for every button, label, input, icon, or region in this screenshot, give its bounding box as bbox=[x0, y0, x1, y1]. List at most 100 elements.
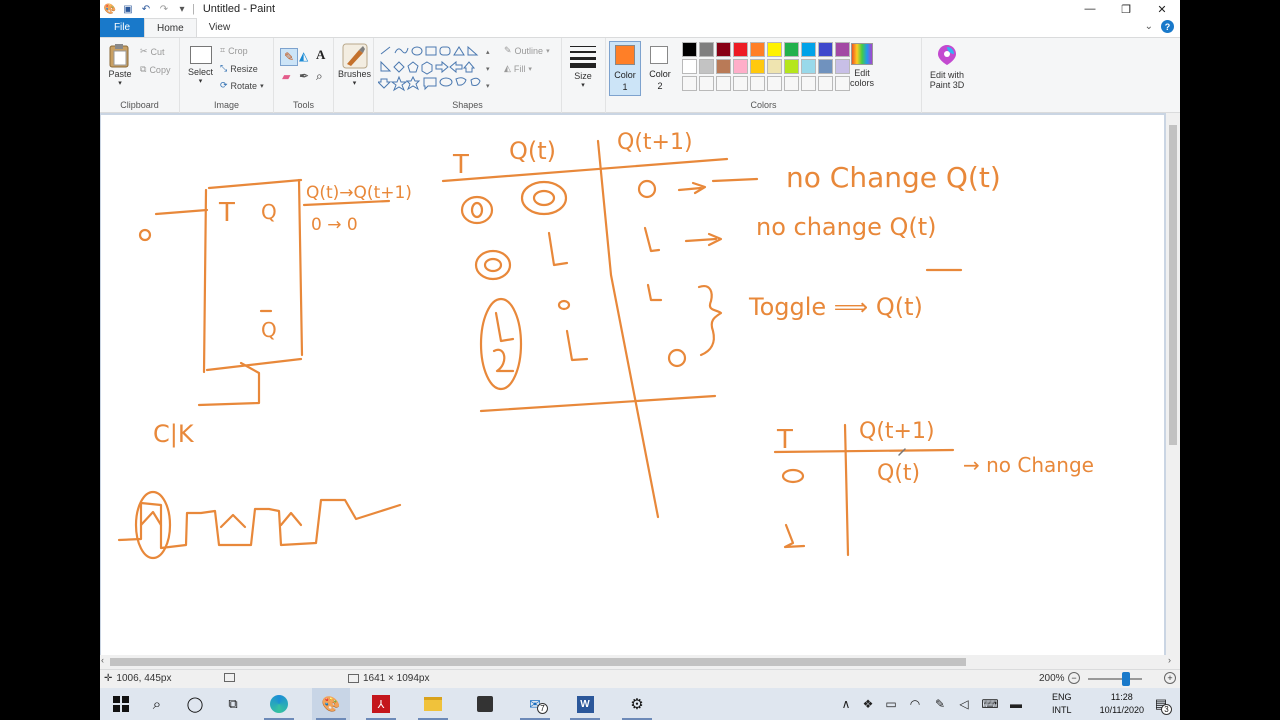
palette-color-swatch[interactable] bbox=[682, 59, 697, 74]
magnifier-icon[interactable]: ⌕ bbox=[316, 69, 323, 84]
display-icon[interactable]: ▬ bbox=[1004, 697, 1028, 711]
customize-quick-access-icon[interactable]: ▾ bbox=[176, 3, 188, 15]
color1-selector[interactable]: Color 1 bbox=[609, 41, 641, 96]
zoom-slider-thumb[interactable] bbox=[1122, 672, 1130, 686]
horizontal-scrollbar[interactable]: ‹ › bbox=[100, 655, 1180, 669]
vertical-scroll-thumb[interactable] bbox=[1169, 125, 1177, 445]
task-view-button[interactable]: ⧉ bbox=[214, 688, 252, 720]
zoom-out-button[interactable]: − bbox=[1068, 672, 1080, 684]
palette-color-swatch[interactable] bbox=[835, 59, 850, 74]
rotate-button[interactable]: ⟳ Rotate ▾ bbox=[220, 80, 264, 91]
select-dropdown-icon[interactable]: ▾ bbox=[199, 77, 203, 85]
palette-color-swatch[interactable] bbox=[733, 59, 748, 74]
keyboard-icon[interactable]: ⌨ bbox=[976, 697, 1004, 711]
custom-color-slot[interactable] bbox=[835, 76, 850, 91]
palette-color-swatch[interactable] bbox=[784, 59, 799, 74]
wifi-icon[interactable]: ◠ bbox=[902, 697, 928, 711]
edit-colors-button[interactable]: Edit colors bbox=[850, 43, 874, 88]
minimize-button[interactable]: — bbox=[1072, 0, 1108, 18]
maximize-button[interactable]: ❐ bbox=[1108, 0, 1144, 18]
drawing-canvas[interactable]: T Q Q Q(t)→Q(t+1) 0 → 0 C|K T Q(t) Q(t+1… bbox=[101, 115, 1164, 655]
palette-color-swatch[interactable] bbox=[750, 59, 765, 74]
help-icon[interactable]: ? bbox=[1161, 20, 1174, 33]
custom-color-slot[interactable] bbox=[699, 76, 714, 91]
custom-color-slot[interactable] bbox=[682, 76, 697, 91]
palette-color-swatch[interactable] bbox=[784, 42, 799, 57]
palette-color-swatch[interactable] bbox=[818, 59, 833, 74]
edit-with-paint3d-button[interactable]: Edit with Paint 3D bbox=[924, 43, 970, 90]
color2-selector[interactable]: Color 2 bbox=[644, 41, 676, 96]
palette-color-swatch[interactable] bbox=[733, 42, 748, 57]
palette-color-swatch[interactable] bbox=[716, 59, 731, 74]
palette-color-swatch[interactable] bbox=[682, 42, 697, 57]
collapse-ribbon-icon[interactable]: ⌄ bbox=[1145, 21, 1153, 32]
size-button[interactable]: Size ▾ bbox=[570, 44, 596, 89]
scroll-left-icon[interactable]: ‹ bbox=[101, 655, 104, 665]
text-tool-icon[interactable]: A bbox=[316, 47, 325, 63]
fill-button[interactable]: ◭ Fill ▾ bbox=[504, 63, 532, 74]
crop-button[interactable]: ⌗ Crop bbox=[220, 45, 248, 56]
save-icon[interactable]: ▣ bbox=[122, 3, 134, 15]
custom-color-slot[interactable] bbox=[750, 76, 765, 91]
palette-color-swatch[interactable] bbox=[750, 42, 765, 57]
store-taskbar-button[interactable] bbox=[466, 688, 504, 720]
palette-color-swatch[interactable] bbox=[801, 42, 816, 57]
palette-color-swatch[interactable] bbox=[699, 59, 714, 74]
battery-icon[interactable]: ▭ bbox=[880, 697, 902, 711]
acrobat-taskbar-button[interactable]: ⅄ bbox=[362, 688, 400, 720]
vertical-scrollbar[interactable] bbox=[1166, 113, 1180, 655]
brushes-button[interactable]: Brushes ▾ bbox=[338, 43, 371, 87]
tab-view[interactable]: View bbox=[197, 18, 243, 37]
custom-color-slot[interactable] bbox=[801, 76, 816, 91]
eraser-icon[interactable]: ▰ bbox=[282, 70, 290, 83]
scroll-right-icon[interactable]: › bbox=[1168, 655, 1171, 665]
custom-color-slot[interactable] bbox=[767, 76, 782, 91]
horizontal-scroll-thumb[interactable] bbox=[110, 658, 966, 666]
paint-taskbar-button[interactable]: 🎨 bbox=[312, 688, 350, 720]
custom-color-slot[interactable] bbox=[716, 76, 731, 91]
palette-color-swatch[interactable] bbox=[818, 42, 833, 57]
zoom-slider-track[interactable] bbox=[1088, 678, 1142, 680]
tab-home[interactable]: Home bbox=[144, 18, 197, 37]
action-center-button[interactable]: ▤ 3 bbox=[1142, 688, 1180, 720]
palette-color-swatch[interactable] bbox=[835, 42, 850, 57]
color-picker-icon[interactable]: ✒ bbox=[299, 69, 309, 83]
resize-button[interactable]: ⤡ Resize bbox=[220, 63, 258, 74]
shapes-gallery[interactable]: ▴ ▾ ▾ bbox=[378, 44, 498, 92]
custom-color-slot[interactable] bbox=[818, 76, 833, 91]
search-button[interactable]: ⌕ bbox=[138, 688, 176, 720]
palette-color-swatch[interactable] bbox=[767, 42, 782, 57]
palette-color-swatch[interactable] bbox=[699, 42, 714, 57]
input-language[interactable]: ENG INTL bbox=[1052, 691, 1072, 717]
undo-icon[interactable]: ↶ bbox=[140, 3, 152, 15]
zoom-in-button[interactable]: + bbox=[1164, 672, 1176, 684]
cut-button[interactable]: ✂ Cut bbox=[140, 46, 165, 57]
clock[interactable]: 11:28 10/11/2020 bbox=[1100, 691, 1144, 717]
edge-taskbar-button[interactable] bbox=[260, 688, 298, 720]
fill-bucket-icon[interactable]: ◭ bbox=[299, 49, 308, 63]
word-taskbar-button[interactable]: W bbox=[566, 688, 604, 720]
close-button[interactable]: ✕ bbox=[1144, 0, 1180, 18]
palette-color-swatch[interactable] bbox=[801, 59, 816, 74]
settings-taskbar-button[interactable]: ⚙ bbox=[618, 688, 656, 720]
outline-button[interactable]: ✎ Outline ▾ bbox=[504, 45, 550, 56]
palette-color-swatch[interactable] bbox=[767, 59, 782, 74]
start-button[interactable] bbox=[102, 688, 140, 720]
cortana-button[interactable]: ◯ bbox=[176, 688, 214, 720]
volume-icon[interactable]: ◁ bbox=[952, 697, 976, 711]
pen-icon[interactable]: ✎ bbox=[928, 697, 952, 711]
custom-color-slot[interactable] bbox=[733, 76, 748, 91]
dropbox-icon[interactable]: ❖ bbox=[856, 697, 880, 711]
mail-taskbar-button[interactable]: ✉ 7 bbox=[516, 688, 554, 720]
redo-icon[interactable]: ↷ bbox=[158, 3, 170, 15]
show-hidden-icons-icon[interactable]: ∧ bbox=[836, 697, 856, 711]
paste-dropdown-icon[interactable]: ▾ bbox=[118, 79, 122, 87]
file-explorer-taskbar-button[interactable] bbox=[414, 688, 452, 720]
pencil-icon[interactable]: ✎ bbox=[280, 48, 298, 66]
tab-file[interactable]: File bbox=[100, 18, 144, 37]
custom-color-slot[interactable] bbox=[784, 76, 799, 91]
palette-color-swatch[interactable] bbox=[716, 42, 731, 57]
copy-button[interactable]: ⧉ Copy bbox=[140, 64, 170, 75]
paste-button[interactable]: Paste ▾ bbox=[108, 43, 132, 87]
select-button[interactable]: Select ▾ bbox=[188, 46, 213, 85]
